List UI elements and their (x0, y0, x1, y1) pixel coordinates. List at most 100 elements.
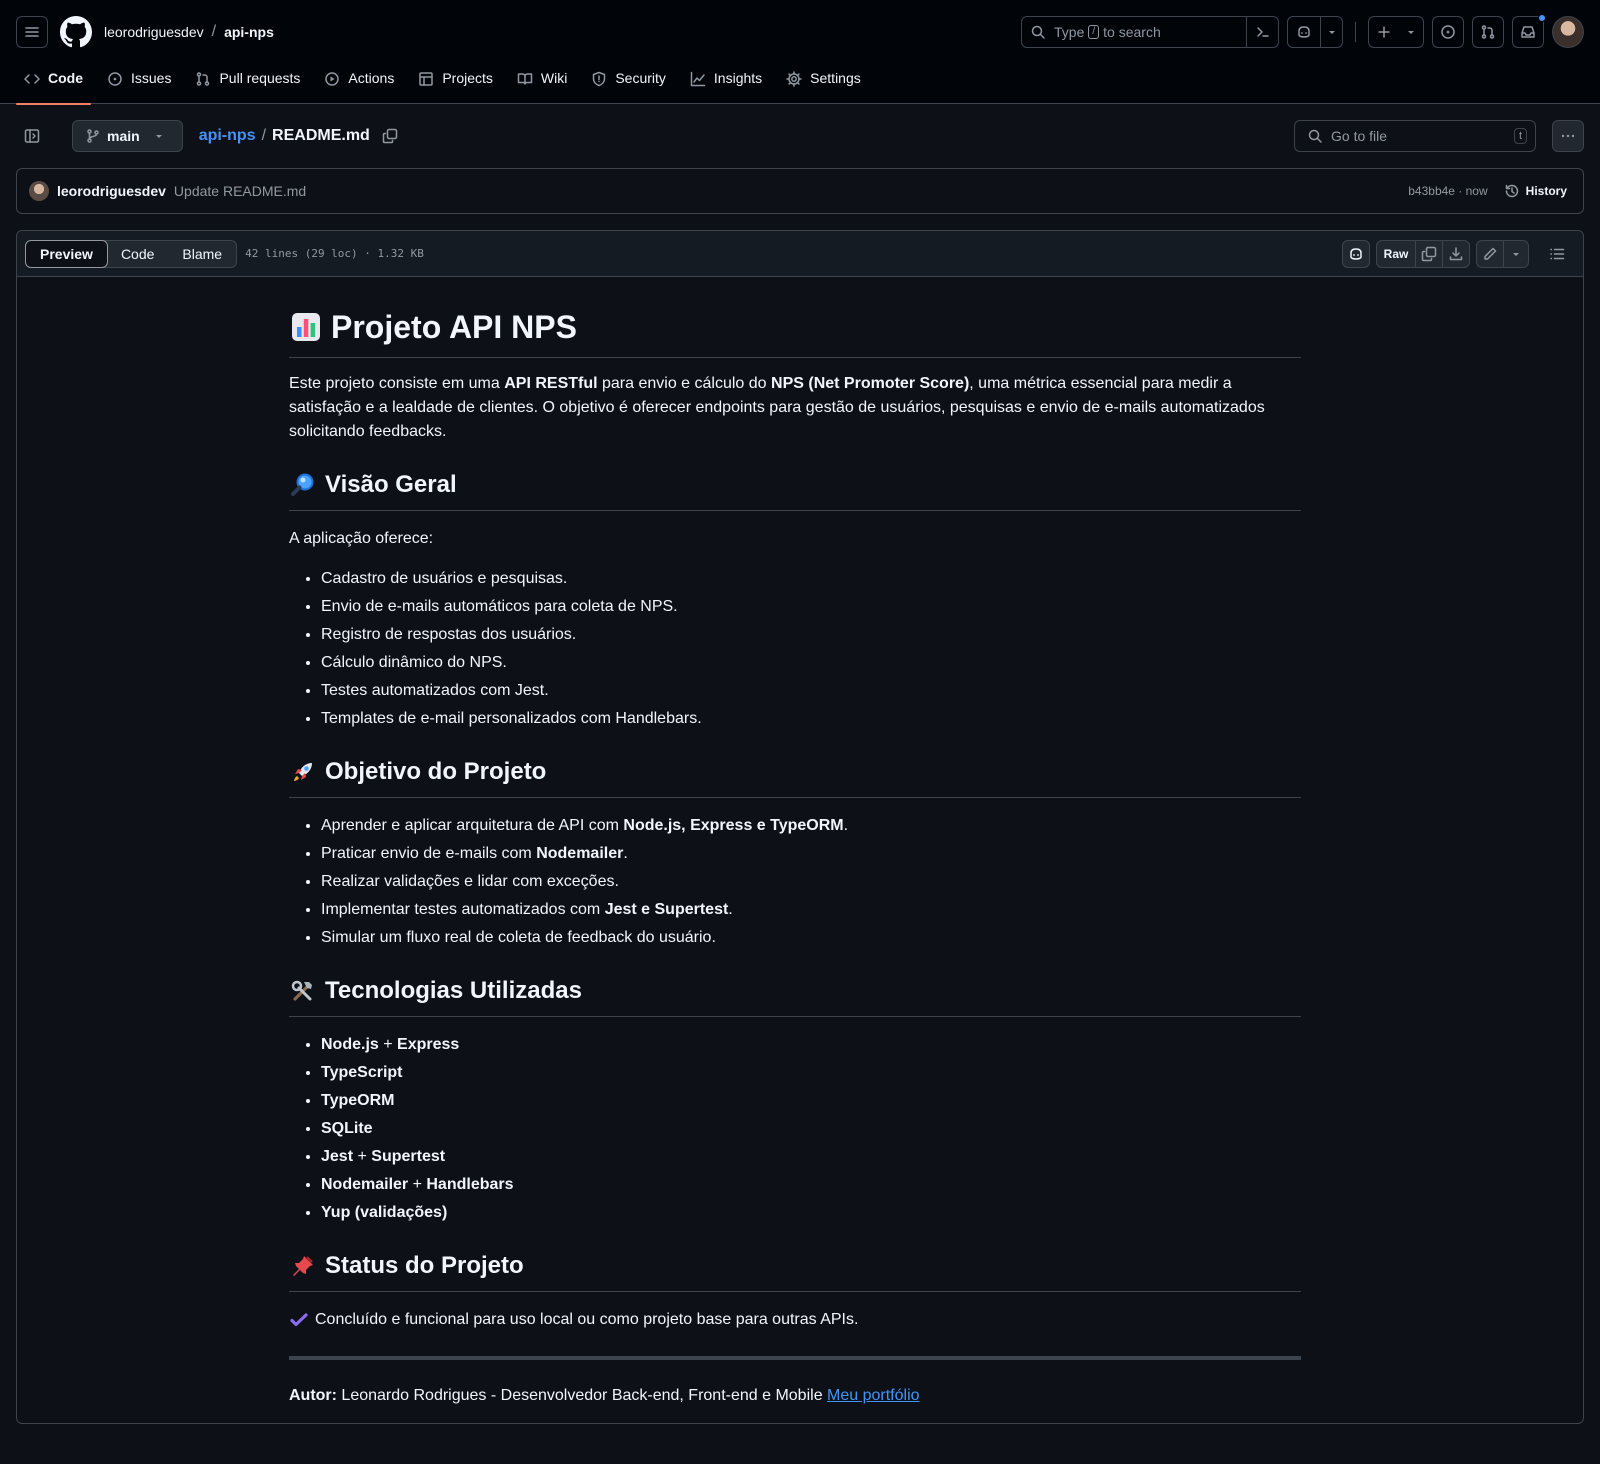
commit-sha-time[interactable]: b43bb4e · now (1408, 184, 1487, 198)
terminal-icon (1256, 27, 1269, 37)
edit-dropdown-button[interactable] (1503, 240, 1529, 268)
path-repo-link[interactable]: api-nps (199, 127, 256, 145)
history-button[interactable]: History (1504, 183, 1567, 199)
goal-bold: Nodemailer (536, 845, 624, 862)
notification-dot (1538, 14, 1546, 22)
create-new-dropdown[interactable] (1399, 17, 1423, 47)
commit-author-avatar[interactable] (29, 181, 49, 201)
overview-lead: A aplicação oferece: (289, 530, 434, 547)
tab-security[interactable]: Security (583, 64, 674, 104)
pull-requests-button[interactable] (1472, 16, 1504, 48)
bar-chart-icon (289, 310, 323, 344)
global-search-input[interactable]: Type / to search (1021, 16, 1279, 48)
tech-sep: + (353, 1148, 372, 1165)
expand-file-tree-button[interactable] (16, 120, 48, 152)
goal-text: Aprender e aplicar arquitetura de API co… (321, 817, 624, 834)
tab-issues[interactable]: Issues (99, 64, 179, 104)
tab-settings[interactable]: Settings (778, 64, 869, 104)
notifications-button[interactable] (1512, 14, 1546, 48)
tech-name: Jest (321, 1148, 354, 1165)
tab-preview[interactable]: Preview (25, 239, 108, 268)
create-new-button[interactable] (1368, 16, 1424, 48)
sidebar-expand-icon (24, 129, 40, 143)
command-palette-button[interactable] (1246, 17, 1278, 47)
tab-issues-label: Issues (131, 70, 172, 86)
file-info: 42 lines (29 loc) · 1.32 KB (245, 247, 424, 260)
issues-button[interactable] (1432, 16, 1464, 48)
list-item: Simular um fluxo real de coleta de feedb… (321, 926, 1301, 950)
global-header: leorodriguesdev / api-nps Type / to sear… (0, 0, 1600, 105)
intro-bold-2: NPS (Net Promoter Score) (771, 375, 970, 392)
outline-button[interactable] (1543, 240, 1571, 268)
commit-message[interactable]: Update README.md (174, 183, 306, 199)
tech-list: Node.js + Express TypeScript TypeORM SQL… (289, 1033, 1301, 1225)
breadcrumb-repo[interactable]: api-nps (224, 24, 274, 40)
readme-title-text: Projeto API NPS (331, 309, 577, 345)
menu-button[interactable] (16, 16, 48, 48)
kebab-horizontal-icon (1561, 134, 1575, 138)
author-text: Leonardo Rodrigues - Desenvolvedor Back-… (336, 1387, 828, 1404)
copilot-icon (1298, 26, 1310, 38)
download-button[interactable] (1442, 240, 1470, 268)
copy-path-button[interactable] (382, 128, 398, 144)
tab-blame[interactable]: Blame (168, 241, 236, 267)
issue-icon (1441, 25, 1455, 39)
list-item: Yup (validações) (321, 1201, 1301, 1225)
user-avatar[interactable] (1552, 16, 1584, 48)
go-to-file-shortcut: t (1513, 128, 1527, 144)
go-to-file-input[interactable]: Go to file t (1294, 120, 1536, 152)
list-item: Testes automatizados com Jest. (321, 679, 1301, 703)
breadcrumb-owner[interactable]: leorodriguesdev (104, 24, 204, 40)
tab-code-view[interactable]: Code (107, 241, 168, 267)
tab-wiki[interactable]: Wiki (509, 64, 575, 104)
list-item: Cadastro de usuários e pesquisas. (321, 567, 1301, 591)
search-icon (1308, 129, 1322, 143)
edit-file-button[interactable] (1476, 240, 1504, 268)
copilot-ask-button[interactable] (1342, 240, 1370, 268)
copilot-dropdown[interactable] (1320, 17, 1342, 47)
create-new-main[interactable] (1369, 17, 1399, 47)
table-icon (419, 72, 434, 86)
list-item: Nodemailer + Handlebars (321, 1173, 1301, 1197)
tab-pull-requests[interactable]: Pull requests (187, 64, 308, 104)
more-options-button[interactable] (1552, 120, 1584, 152)
raw-button[interactable]: Raw (1376, 240, 1416, 268)
gear-icon (786, 71, 802, 87)
copilot-button[interactable] (1287, 16, 1343, 48)
list-item: Aprender e aplicar arquitetura de API co… (321, 814, 1301, 838)
copy-raw-button[interactable] (1415, 240, 1443, 268)
git-branch-icon (87, 129, 99, 143)
copilot-main[interactable] (1288, 17, 1320, 47)
heading-status-text: Status do Projeto (325, 1252, 524, 1279)
path-separator: / (261, 127, 267, 144)
chevron-down-icon (155, 135, 162, 138)
branch-name: main (107, 128, 140, 144)
tab-insights[interactable]: Insights (682, 64, 770, 104)
tab-actions[interactable]: Actions (316, 64, 402, 104)
heading-status: Status do Projeto (289, 1249, 1301, 1292)
goal-text: Implementar testes automatizados com (321, 901, 605, 918)
portfolio-link[interactable]: Meu portfólio (827, 1387, 920, 1404)
pushpin-icon (289, 1249, 317, 1283)
tech-name: Express (397, 1036, 460, 1053)
issue-icon (108, 72, 122, 86)
path-file-name: README.md (272, 127, 370, 144)
list-unordered-icon (1550, 248, 1565, 260)
list-item: Realizar validações e lidar com exceções… (321, 870, 1301, 894)
shield-icon (593, 71, 606, 87)
search-shortcut-key: / (1088, 25, 1100, 39)
heading-tech: Tecnologias Utilizadas (289, 974, 1301, 1017)
tab-code[interactable]: Code (16, 64, 91, 105)
latest-commit-bar: leorodriguesdev Update README.md b43bb4e… (16, 168, 1584, 214)
github-logo-icon[interactable] (60, 16, 92, 48)
commit-author[interactable]: leorodriguesdev (57, 183, 166, 199)
heading-goals: Objetivo do Projeto (289, 755, 1301, 798)
raw-copy-download-group: Raw (1376, 240, 1470, 268)
pull-request-icon (1481, 25, 1495, 39)
tab-projects[interactable]: Projects (410, 64, 501, 104)
chevron-down-icon (1408, 31, 1414, 34)
branch-selector[interactable]: main (72, 120, 183, 152)
rocket-icon (289, 755, 317, 789)
tech-name: Node.js (321, 1036, 379, 1053)
plus-icon (1378, 26, 1390, 38)
